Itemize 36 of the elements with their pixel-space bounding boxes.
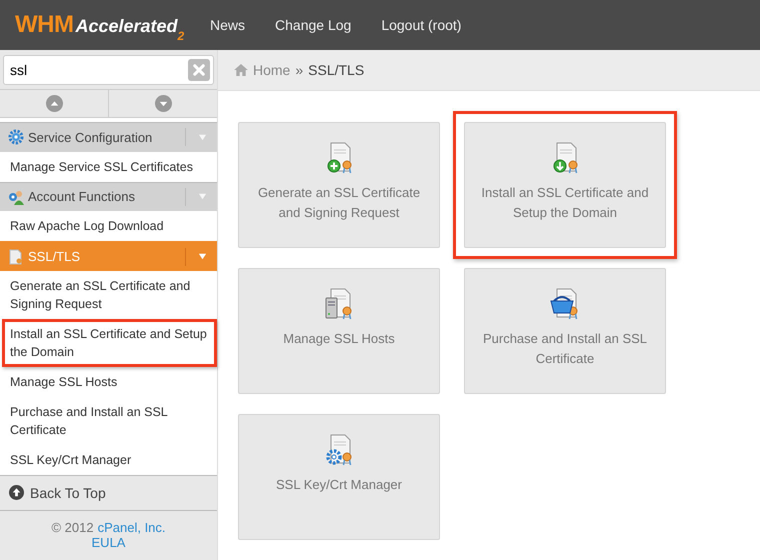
sidebar-link[interactable]: Raw Apache Log Download — [0, 211, 217, 242]
caret-icon — [198, 192, 207, 202]
up-icon — [46, 95, 62, 112]
sidebar-link[interactable]: Manage SSL Hosts — [0, 366, 217, 397]
tool-tile[interactable]: Install an SSL Certificate and Setup the Domain — [464, 122, 666, 248]
tool-tile[interactable]: Generate an SSL Certificate and Signing Request — [238, 122, 440, 248]
nav-link[interactable]: Logout (root) — [381, 17, 462, 33]
sidebar-link[interactable]: Install an SSL Certificate and Setup the Domain — [2, 318, 217, 367]
tool-tile[interactable]: SSL Key/Crt Manager — [238, 414, 440, 540]
user-gear-icon — [8, 188, 24, 205]
logo-brand: WHM — [15, 11, 74, 39]
caret-icon — [198, 132, 207, 142]
search-field[interactable]: ssl — [3, 55, 214, 85]
caret-icon — [198, 252, 207, 262]
sidebar-link[interactable]: SSL Key/Crt Manager — [0, 444, 217, 475]
nav-link[interactable]: Change Log — [275, 17, 352, 33]
close-icon — [192, 63, 206, 77]
sidebar-link[interactable]: Purchase and Install an SSL Certificate — [0, 396, 217, 445]
tool-tile[interactable]: Purchase and Install an SSL Certificate — [464, 268, 666, 394]
document-icon — [8, 248, 24, 265]
nav-link[interactable]: News — [210, 17, 246, 33]
breadcrumb-current: SSL/TLS — [308, 62, 364, 78]
back-to-top-link[interactable]: Back To Top — [0, 474, 217, 511]
logo-product: Accelerated — [75, 16, 178, 36]
down-icon — [154, 95, 172, 112]
copyright-text: © 2012 — [51, 520, 94, 536]
clear-button[interactable] — [188, 59, 210, 81]
section-header[interactable]: Service Configuration — [0, 122, 217, 152]
logo-version: 2 — [178, 29, 184, 43]
tool-tile[interactable]: Manage SSL Hosts — [238, 268, 440, 394]
sidebar-link[interactable]: Generate an SSL Certificate and Signing Request — [0, 270, 217, 319]
breadcrumb-separator: » — [295, 62, 304, 78]
section-header[interactable]: Account Functions — [0, 182, 217, 212]
gear-icon — [8, 129, 24, 146]
home-icon — [234, 64, 248, 76]
sidebar-link[interactable]: Manage Service SSL Certificates — [0, 152, 217, 182]
